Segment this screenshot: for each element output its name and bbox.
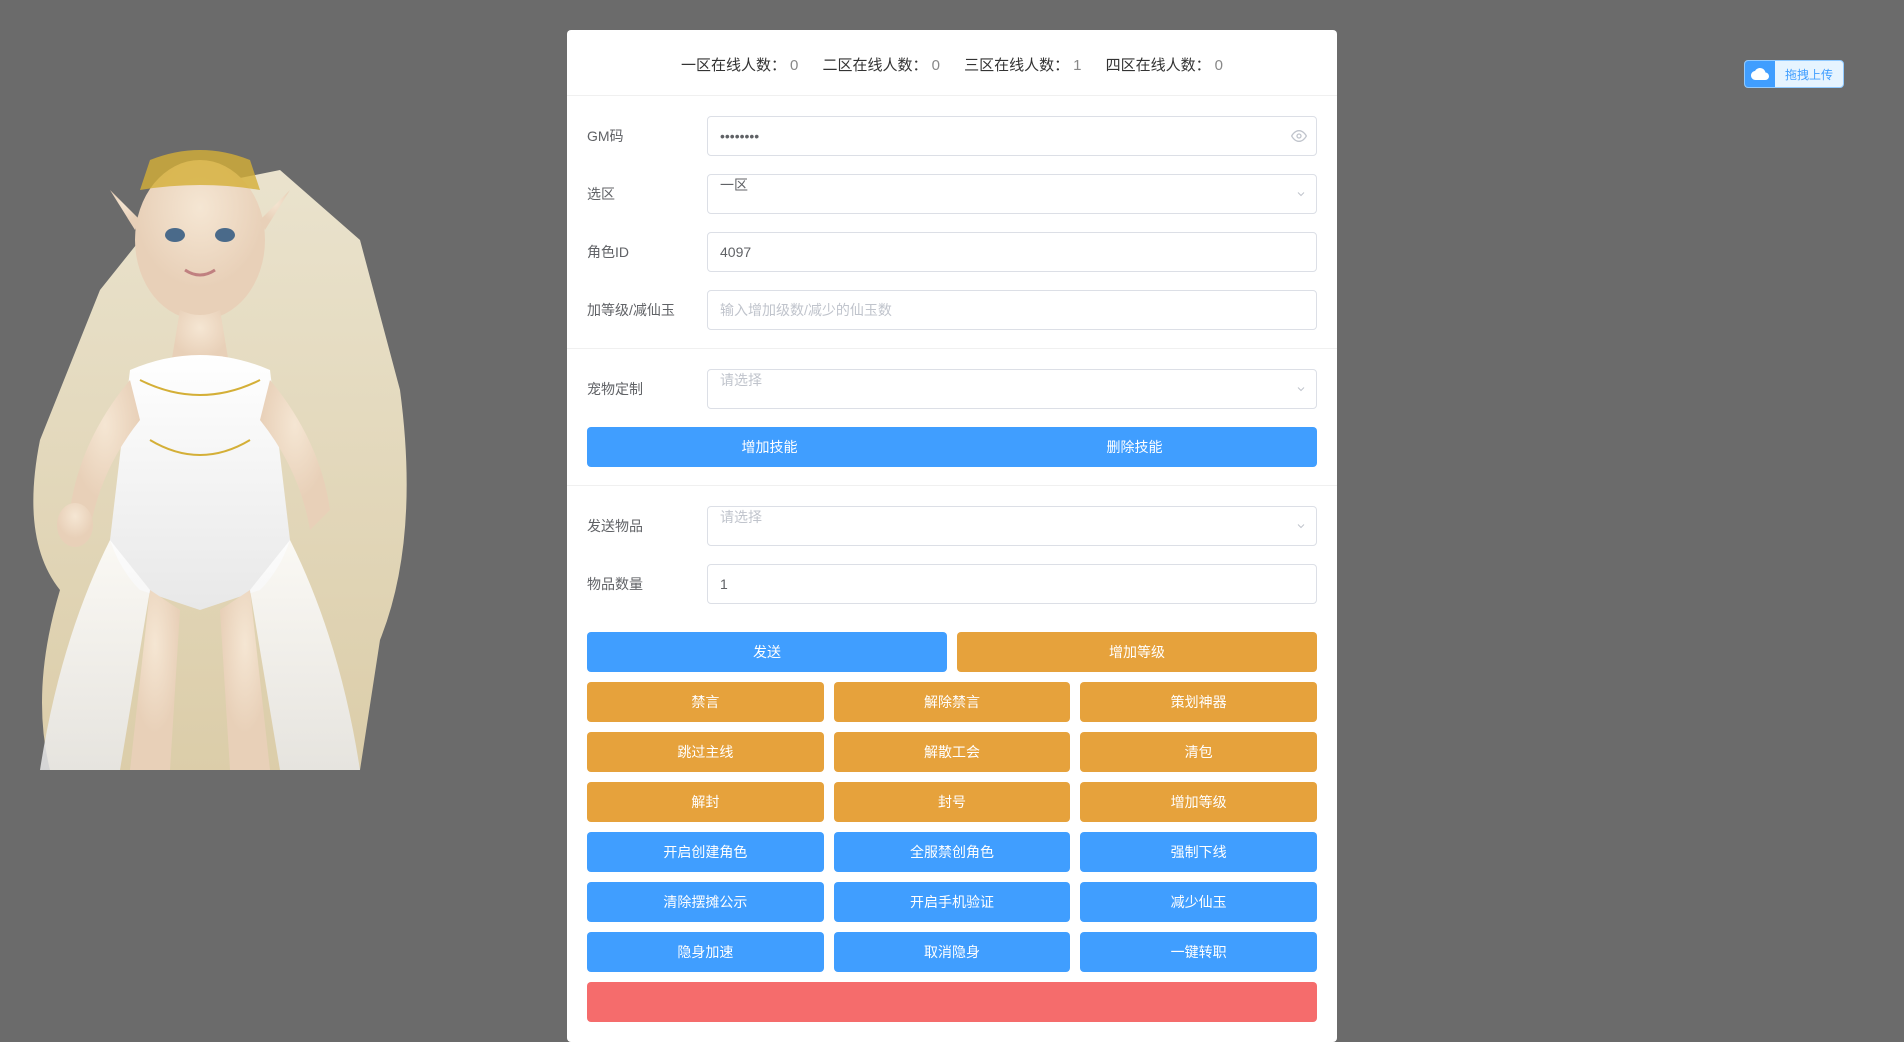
zone-label: 选区 — [587, 184, 707, 204]
change-class-button[interactable]: 一键转职 — [1080, 932, 1317, 972]
send-button[interactable]: 发送 — [587, 632, 947, 672]
gm-code-label: GM码 — [587, 126, 707, 146]
upload-badge[interactable]: 拖拽上传 — [1744, 60, 1844, 88]
level-input[interactable] — [707, 290, 1317, 330]
add-skill-button[interactable]: 增加技能 — [587, 427, 952, 467]
qty-label: 物品数量 — [587, 574, 707, 594]
disband-guild-button[interactable]: 解散工会 — [834, 732, 1071, 772]
del-skill-button[interactable]: 删除技能 — [952, 427, 1317, 467]
send-item-select[interactable]: 请选择 — [707, 506, 1317, 546]
action-buttons: 发送 增加等级 禁言 解除禁言 策划神器 跳过主线 解散工会 清包 解封 封号 … — [567, 632, 1337, 1022]
eye-icon[interactable] — [1291, 128, 1307, 144]
pet-label: 宠物定制 — [587, 379, 707, 399]
add-level-button-2[interactable]: 增加等级 — [1080, 782, 1317, 822]
stats-zone1: 一区在线人数：0 — [681, 54, 798, 75]
stats-zone3: 三区在线人数：1 — [964, 54, 1081, 75]
force-offline-button[interactable]: 强制下线 — [1080, 832, 1317, 872]
cloud-upload-icon — [1745, 60, 1775, 88]
skip-main-button[interactable]: 跳过主线 — [587, 732, 824, 772]
main-panel: 一区在线人数：0 二区在线人数：0 三区在线人数：1 四区在线人数：0 GM码 … — [567, 30, 1337, 1042]
stats-zone4: 四区在线人数：0 — [1106, 54, 1223, 75]
unban-button[interactable]: 解封 — [587, 782, 824, 822]
ban-button[interactable]: 封号 — [834, 782, 1071, 822]
gm-code-input[interactable] — [707, 116, 1317, 156]
enable-phone-verify-button[interactable]: 开启手机验证 — [834, 882, 1071, 922]
disable-create-role-button[interactable]: 全服禁创角色 — [834, 832, 1071, 872]
mute-button[interactable]: 禁言 — [587, 682, 824, 722]
upload-text: 拖拽上传 — [1775, 66, 1843, 83]
clear-stall-button[interactable]: 清除摆摊公示 — [587, 882, 824, 922]
level-label: 加等级/减仙玉 — [587, 300, 707, 320]
send-item-label: 发送物品 — [587, 516, 707, 536]
character-illustration — [0, 90, 440, 790]
stats-zone2: 二区在线人数：0 — [823, 54, 940, 75]
danger-button[interactable] — [587, 982, 1317, 1022]
stats-bar: 一区在线人数：0 二区在线人数：0 三区在线人数：1 四区在线人数：0 — [567, 30, 1337, 95]
planner-tool-button[interactable]: 策划神器 — [1080, 682, 1317, 722]
role-id-input[interactable] — [707, 232, 1317, 272]
zone-select[interactable]: 一区 — [707, 174, 1317, 214]
clear-bag-button[interactable]: 清包 — [1080, 732, 1317, 772]
elf-character-svg — [0, 90, 440, 790]
form-section-1: GM码 选区 一区 角色ID 加等级/减仙玉 — [567, 95, 1337, 632]
enable-create-role-button[interactable]: 开启创建角色 — [587, 832, 824, 872]
role-id-label: 角色ID — [587, 242, 707, 262]
stealth-speed-button[interactable]: 隐身加速 — [587, 932, 824, 972]
add-level-button[interactable]: 增加等级 — [957, 632, 1317, 672]
pet-select[interactable]: 请选择 — [707, 369, 1317, 409]
reduce-jade-button[interactable]: 减少仙玉 — [1080, 882, 1317, 922]
cancel-stealth-button[interactable]: 取消隐身 — [834, 932, 1071, 972]
qty-input[interactable] — [707, 564, 1317, 604]
unmute-button[interactable]: 解除禁言 — [834, 682, 1071, 722]
